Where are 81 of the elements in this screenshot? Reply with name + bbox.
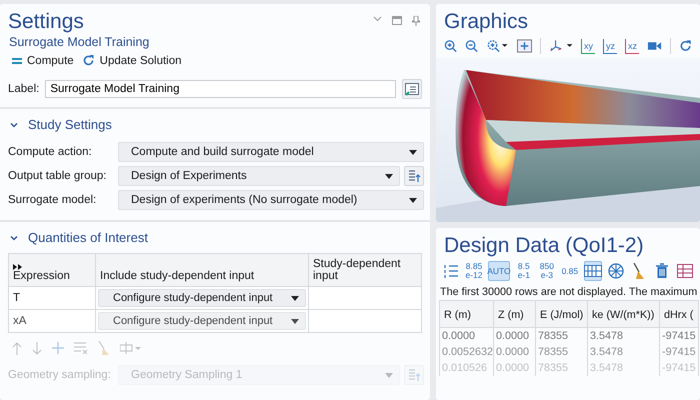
- table-cell: -97415: [660, 328, 698, 344]
- column-header: Include study-dependent input: [96, 254, 308, 286]
- refresh-icon: [82, 54, 95, 67]
- table-cell: 0.0000: [494, 328, 536, 344]
- column-header: E (J/mol): [536, 300, 588, 328]
- table-cell: 78355: [536, 344, 588, 360]
- table-cell: 0.0000: [494, 360, 536, 376]
- column-header: Expression: [8, 254, 96, 286]
- update-solution-button[interactable]: Update Solution: [82, 54, 182, 67]
- table-cell: 0.0000: [494, 344, 536, 360]
- table-update-icon: [407, 368, 421, 382]
- section-header[interactable]: Study Settings: [10, 117, 112, 132]
- field-label: Output table group:: [8, 170, 108, 182]
- view-plane-button[interactable]: xz: [624, 38, 639, 54]
- zoom-in-icon[interactable]: [444, 39, 458, 53]
- number-format-button[interactable]: AUTO: [488, 261, 510, 281]
- field-label: Surrogate model:: [8, 194, 98, 206]
- chevron-icon[interactable]: [373, 16, 382, 22]
- rotate-icon[interactable]: [678, 39, 692, 53]
- maximize-icon[interactable]: [392, 16, 402, 25]
- chevron-icon: [10, 234, 18, 242]
- grid-button[interactable]: [584, 261, 602, 281]
- field-label: Compute action:: [8, 146, 93, 158]
- caret-icon: [291, 318, 299, 324]
- caret-icon: [409, 198, 417, 202]
- table-settings-button[interactable]: [404, 166, 424, 186]
- table-cell: 0.0000: [440, 328, 494, 344]
- number-format-button[interactable]: 8.5 e-1: [514, 261, 533, 281]
- panel-title: Design Data (QoI1-2): [444, 234, 644, 258]
- column-header: dHrx (: [660, 300, 698, 328]
- section-header[interactable]: Quantities of Interest: [10, 230, 148, 245]
- view-plane-button[interactable]: yz: [602, 38, 617, 54]
- field-label: Geometry sampling:: [8, 369, 112, 381]
- compute-button[interactable]: Compute: [12, 54, 74, 66]
- delete-button[interactable]: [653, 261, 671, 281]
- globe-button[interactable]: [607, 261, 625, 281]
- view-plane-button[interactable]: xy: [580, 38, 595, 54]
- equals-icon: [12, 56, 22, 64]
- table-cell: 3.5478: [588, 360, 660, 376]
- dropdown[interactable]: Design of Experiments: [118, 166, 400, 186]
- panel-title: Graphics: [444, 10, 528, 34]
- zoom-box-icon[interactable]: [486, 39, 509, 53]
- label-options-button[interactable]: [402, 79, 422, 99]
- notice-text: The first 30000 rows are not displayed. The maximum: [439, 285, 698, 300]
- number-format-button[interactable]: 850 e-3: [538, 261, 556, 281]
- number-format-button[interactable]: 8.85 e-12: [465, 261, 483, 281]
- dropdown[interactable]: Design of experiments (No surrogate model): [118, 190, 424, 210]
- panel-subtitle: Surrogate Model Training: [8, 34, 150, 49]
- pin-icon[interactable]: [412, 16, 420, 26]
- caret-icon: [291, 296, 299, 300]
- zoom-extents-icon[interactable]: [516, 39, 532, 53]
- table-cell: -97415: [660, 344, 698, 360]
- table-cell: 0.0052632: [440, 344, 494, 360]
- caret-icon: [409, 150, 417, 154]
- column-header: ke (W/(m*K)): [588, 300, 660, 328]
- table-cell: T: [8, 286, 96, 310]
- table-update-icon: [407, 169, 421, 183]
- expand-columns-icon[interactable]: [13, 264, 23, 270]
- dropdown[interactable]: Configure study-dependent input: [98, 312, 306, 330]
- number-format-button[interactable]: 0.85: [560, 261, 579, 281]
- dropdown[interactable]: Compute and build surrogate model: [118, 142, 424, 162]
- axes-icon[interactable]: [548, 39, 573, 53]
- label-field[interactable]: Surrogate Model Training: [45, 80, 396, 98]
- table-cell: 3.5478: [588, 344, 660, 360]
- table-cell: 78355: [536, 328, 588, 344]
- table-cell: 0.010526: [440, 360, 494, 376]
- column-header: R (m): [440, 300, 494, 328]
- column-header: Study-dependent input: [308, 254, 422, 286]
- dropdown[interactable]: Configure study-dependent input: [98, 289, 306, 307]
- table-cell: 78355: [536, 360, 588, 376]
- table-cell: xA: [8, 310, 96, 332]
- panel-title: Settings: [8, 10, 84, 34]
- caret-icon: [385, 372, 393, 378]
- column-header: Z (m): [494, 300, 536, 328]
- zoom-out-icon[interactable]: [465, 39, 478, 53]
- table-cell: -97415: [660, 360, 698, 376]
- table-button[interactable]: [676, 261, 694, 281]
- table-cell: 3.5478: [588, 328, 660, 344]
- field-label: Label:: [8, 83, 40, 95]
- caret-icon: [385, 174, 393, 178]
- chevron-icon: [10, 120, 18, 128]
